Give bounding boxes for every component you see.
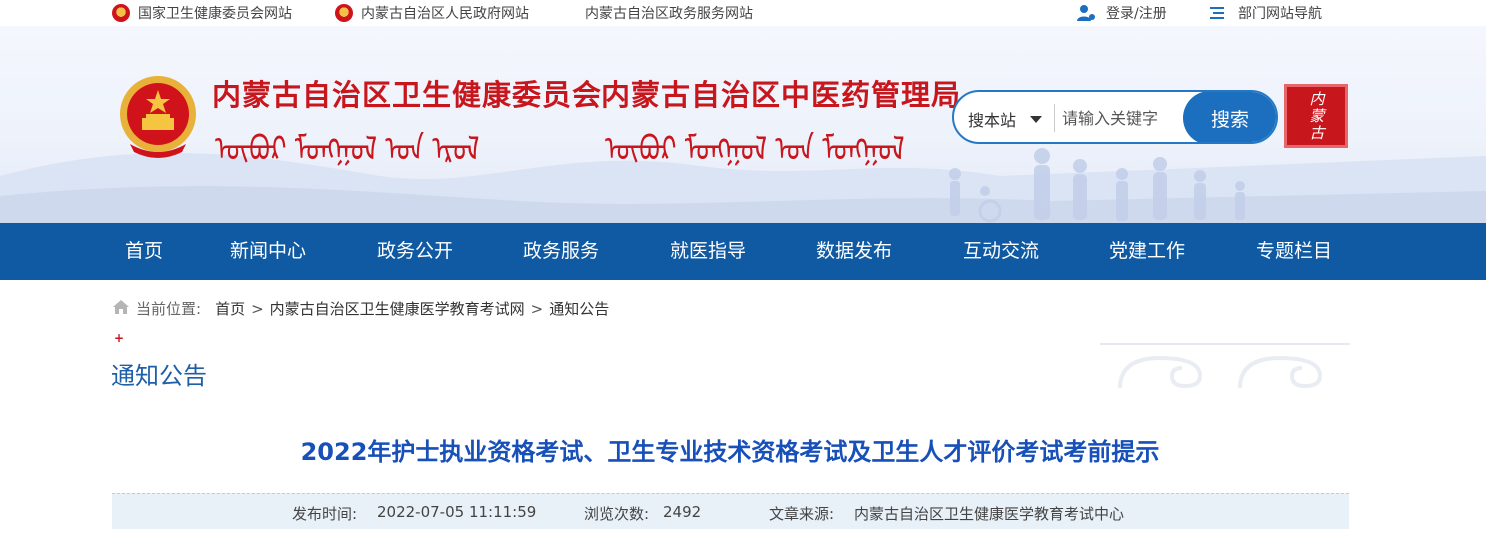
source-value: 内蒙古自治区卫生健康医学教育考试中心 (854, 505, 1125, 523)
article-title: 2022年护士执业资格考试、卫生专业技术资格考试及卫生人才评价考试考前提示 (300, 438, 1160, 466)
top-bar: 国家卫生健康委员会网站 内蒙古自治区人民政府网站 内蒙古自治区政务服务网站 登录… (0, 0, 1486, 26)
source-label: 文章来源: (769, 505, 835, 523)
views-label: 浏览次数: (584, 505, 650, 523)
publish-time-label: 发布时间: (292, 505, 358, 523)
nav-item-party[interactable]: 党建工作 (1109, 223, 1185, 280)
nav-item-gov-affairs[interactable]: 政务公开 (377, 223, 453, 280)
link-gov-label: 内蒙古自治区人民政府网站 (361, 6, 529, 22)
menu-icon (1210, 6, 1224, 20)
seal-logo[interactable]: 内蒙古 (1284, 84, 1348, 148)
breadcrumb-separator: > (251, 299, 264, 318)
mongolian-title-health: ᠦᠪᠦᠷ ᠮᠣᠩᠭᠣᠯ ᠤᠨ ᠡᠷᠦᠯ (215, 130, 480, 170)
org-title-health: 内蒙古自治区卫生健康委员会 (212, 78, 603, 112)
login-link[interactable]: 登录/注册 (1076, 3, 1167, 23)
nav-item-home[interactable]: 首页 (125, 223, 163, 280)
article-meta: 发布时间: 2022-07-05 11:11:59 浏览次数: 2492 文章来… (112, 493, 1349, 529)
search-input[interactable] (1062, 102, 1182, 134)
home-icon (112, 299, 130, 319)
link-nhc[interactable]: 国家卫生健康委员会网站 (112, 3, 292, 23)
nav-item-news[interactable]: 新闻中心 (230, 223, 306, 280)
publish-time-value: 2022-07-05 11:11:59 (377, 503, 537, 521)
mongolian-title-tcm: ᠦᠪᠦᠷ ᠮᠣᠩᠭᠣᠯ ᠤᠨ ᠮᠣᠩᠭᠣᠯ (605, 130, 905, 170)
search-box: 搜本站 搜索 (952, 90, 1278, 144)
national-emblem-icon (120, 76, 196, 158)
search-button-label: 搜索 (1210, 108, 1249, 131)
nav-item-interaction[interactable]: 互动交流 (963, 223, 1039, 280)
link-service-label: 内蒙古自治区政务服务网站 (585, 6, 753, 22)
nav-item-topics[interactable]: 专题栏目 (1256, 223, 1332, 280)
user-icon (1076, 4, 1096, 22)
link-nhc-label: 国家卫生健康委员会网站 (138, 6, 292, 22)
main-nav: 首页 新闻中心 政务公开 政务服务 就医指导 数据发布 互动交流 党建工作 专题… (0, 223, 1486, 280)
views-value: 2492 (663, 503, 702, 521)
org-title-tcm: 内蒙古自治区中医药管理局 (601, 78, 962, 112)
plus-icon: + (114, 331, 125, 345)
seal-logo-text: 内蒙古 (1307, 90, 1326, 142)
search-button[interactable]: 搜索 (1183, 92, 1276, 142)
link-service[interactable]: 内蒙古自治区政务服务网站 (585, 3, 753, 23)
breadcrumb-label: 当前位置: (136, 300, 202, 318)
header-banner: 内蒙古自治区卫生健康委员会 内蒙古自治区中医药管理局 ᠦᠪᠦᠷ ᠮᠣᠩᠭᠣᠯ ᠤ… (0, 26, 1486, 223)
search-divider (1054, 104, 1055, 132)
link-gov[interactable]: 内蒙古自治区人民政府网站 (335, 3, 529, 23)
breadcrumb-home[interactable]: 首页 (215, 298, 245, 319)
breadcrumb-notices[interactable]: 通知公告 (549, 298, 609, 319)
section-title: 通知公告 (111, 362, 207, 390)
login-label: 登录/注册 (1106, 6, 1167, 22)
nav-item-data[interactable]: 数据发布 (816, 223, 892, 280)
nav-item-gov-service[interactable]: 政务服务 (523, 223, 599, 280)
decorative-pattern (1100, 343, 1350, 388)
breadcrumb: 当前位置: 首页 > 内蒙古自治区卫生健康医学教育考试网 > 通知公告 (112, 298, 609, 319)
breadcrumb-separator: > (530, 299, 544, 318)
dept-nav-label: 部门网站导航 (1238, 6, 1322, 22)
national-emblem-icon (335, 4, 353, 22)
caret-down-icon[interactable] (1030, 116, 1042, 123)
breadcrumb-exam-site[interactable]: 内蒙古自治区卫生健康医学教育考试网 (270, 298, 525, 319)
national-emblem-icon (112, 4, 130, 22)
dept-nav-link[interactable]: 部门网站导航 (1210, 3, 1322, 23)
search-scope-select[interactable]: 搜本站 (968, 107, 1016, 131)
nav-item-medical-guide[interactable]: 就医指导 (670, 223, 746, 280)
